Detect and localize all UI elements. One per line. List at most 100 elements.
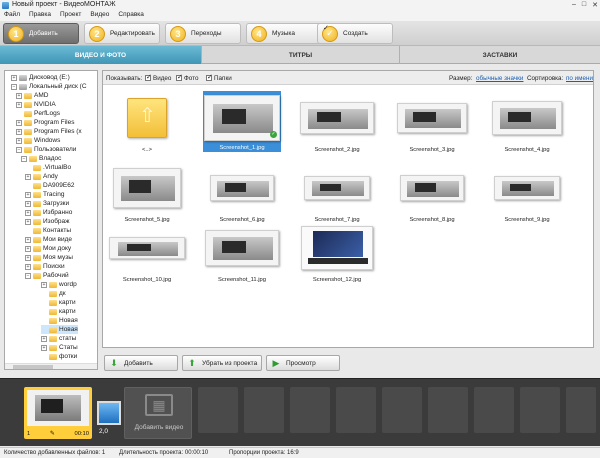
expand-toggle-icon[interactable]: − <box>21 155 27 162</box>
expand-toggle-icon[interactable]: + <box>25 191 31 198</box>
tab-titles[interactable]: ТИТРЫ <box>202 46 400 64</box>
expand-toggle-icon[interactable]: + <box>11 74 17 81</box>
tree-item[interactable]: + Дисковод (E:) <box>11 73 70 82</box>
expand-toggle-icon[interactable]: + <box>41 344 47 351</box>
size-selector-link[interactable]: обычные значки <box>476 75 523 82</box>
minimize-icon[interactable]: ‒ <box>572 1 576 9</box>
transition-thumbnail[interactable] <box>97 401 121 425</box>
expand-toggle-icon[interactable]: + <box>25 263 31 270</box>
empty-slot <box>198 387 238 433</box>
tree-item[interactable]: + Изображ <box>25 217 70 226</box>
step-transitions[interactable]: 3 Переходы <box>165 23 241 44</box>
timeline-clip[interactable]: 1 ✎ 00:10 <box>24 387 92 439</box>
expand-toggle-icon[interactable]: + <box>16 137 22 144</box>
tree-item-label: Дисковод (E:) <box>29 74 70 81</box>
folder-tree[interactable]: ярлыкфотки+Статы+статыНоваяНоваякартикар… <box>4 70 98 370</box>
tree-item[interactable]: карти <box>41 298 76 307</box>
tree-item[interactable]: дк <box>41 289 66 298</box>
tree-item[interactable]: + NVIDIA <box>16 100 56 109</box>
step-music[interactable]: 4 Музыка <box>246 23 322 44</box>
step-create[interactable]: ✓ Создать <box>317 23 393 44</box>
menu-file[interactable]: Файл <box>4 11 20 21</box>
tree-horizontal-scrollbar[interactable] <box>5 363 97 369</box>
tree-item[interactable]: + Program Files <box>16 118 74 127</box>
project-duration: Длительность проекта: 00:00:10 <box>119 450 209 456</box>
expand-toggle-icon[interactable]: − <box>11 83 17 90</box>
maximize-icon[interactable]: □ <box>582 1 586 9</box>
tree-item[interactable]: Новая <box>41 325 78 334</box>
expand-toggle-icon[interactable]: + <box>25 200 31 207</box>
expand-toggle-icon[interactable]: + <box>25 254 31 261</box>
title-bar: Новый проект - ВидеоМОНТАЖ ‒ □ ✕ <box>0 0 600 11</box>
expand-toggle-icon[interactable]: + <box>16 101 22 108</box>
filter-folders-checkbox[interactable]: Папки <box>206 73 232 82</box>
tree-item-label: фотки <box>59 353 78 360</box>
tree-item[interactable]: − Рабочий <box>25 271 69 280</box>
expand-toggle-icon[interactable]: + <box>16 128 22 135</box>
filter-video-checkbox[interactable]: Видео <box>145 73 171 82</box>
expand-toggle-icon[interactable]: − <box>25 272 31 279</box>
tree-item[interactable]: + Поиски <box>25 262 65 271</box>
tree-item[interactable]: DA909E62 <box>25 181 74 190</box>
tree-item[interactable]: фотки <box>41 352 77 361</box>
close-icon[interactable]: ✕ <box>592 1 598 9</box>
tree-item-label: Tracing <box>43 191 65 198</box>
step-edit[interactable]: 2 Редактировать <box>84 23 160 44</box>
expand-toggle-icon[interactable]: + <box>25 173 31 180</box>
tab-intros[interactable]: ЗАСТАВКИ <box>400 46 600 64</box>
expand-toggle-icon[interactable]: + <box>25 218 31 225</box>
tree-item[interactable]: карти <box>41 307 76 316</box>
tree-item[interactable]: + Избранно <box>25 208 72 217</box>
step-add[interactable]: 1 Добавить <box>3 23 79 44</box>
tree-item[interactable]: .VirtualBo <box>25 163 71 172</box>
sort-selector-link[interactable]: по имени <box>566 75 593 82</box>
tree-item[interactable]: + Мои доку <box>25 244 71 253</box>
tree-item[interactable]: − Пользователи <box>16 145 76 154</box>
remove-from-project-button[interactable]: ⬆ Убрать из проекта <box>182 355 262 371</box>
tree-item[interactable]: Контакты <box>25 226 71 235</box>
tree-item-label: PerfLogs <box>34 110 61 117</box>
expand-toggle-icon[interactable]: + <box>25 236 31 243</box>
folder-icon <box>33 272 41 279</box>
scrollbar-thumb[interactable] <box>13 365 53 369</box>
add-button[interactable]: ⬇ Добавить <box>104 355 178 371</box>
menu-project[interactable]: Проект <box>60 11 81 21</box>
expand-toggle-icon[interactable]: + <box>16 119 22 126</box>
expand-toggle-icon[interactable]: + <box>25 209 31 216</box>
tree-item-label: дк <box>59 290 66 297</box>
edit-icon[interactable]: ✎ <box>50 431 55 437</box>
tree-item[interactable]: − Локальный диск (C <box>11 82 87 91</box>
tree-item[interactable]: + Мои виде <box>25 235 72 244</box>
show-label: Показывать: <box>106 75 143 82</box>
tree-item[interactable]: + AMD <box>16 91 48 100</box>
tab-video-photo[interactable]: ВИДЕО И ФОТО <box>0 46 202 64</box>
tree-item[interactable]: − Владос <box>21 154 61 163</box>
tree-item[interactable]: + Windows <box>16 136 60 145</box>
expand-toggle-icon[interactable]: + <box>16 92 22 99</box>
tree-item[interactable]: Новая <box>41 316 78 325</box>
menu-video[interactable]: Видео <box>90 11 109 21</box>
tree-item[interactable]: + Tracing <box>25 190 64 199</box>
expand-toggle-icon[interactable]: + <box>41 335 47 342</box>
tree-item[interactable]: + Статы <box>41 343 78 352</box>
expand-toggle-icon[interactable]: − <box>16 146 22 153</box>
step-number-badge: 1 <box>8 25 24 42</box>
action-buttons: ⬇ Добавить ⬆ Убрать из проекта ▶ Просмот… <box>102 352 594 374</box>
menu-help[interactable]: Справка <box>118 11 144 21</box>
expand-toggle-icon[interactable]: + <box>41 281 47 288</box>
tree-item[interactable]: + Andy <box>25 172 58 181</box>
filter-photo-checkbox[interactable]: Фото <box>176 73 198 82</box>
add-video-slot[interactable]: ▦ Добавить видео <box>124 387 192 439</box>
tree-item[interactable]: + статы <box>41 334 76 343</box>
folder-icon <box>49 317 57 324</box>
tree-item[interactable]: + Program Files (x <box>16 127 82 136</box>
tree-item[interactable]: + Загрузки <box>25 199 69 208</box>
tree-item[interactable]: + wordp <box>41 280 77 289</box>
tree-item-label: карти <box>59 308 76 315</box>
preview-button[interactable]: ▶ Просмотр <box>266 355 340 371</box>
menu-edit[interactable]: Правка <box>29 11 51 21</box>
expand-toggle-icon[interactable]: + <box>25 245 31 252</box>
checkbox-icon <box>145 73 152 82</box>
tree-item[interactable]: PerfLogs <box>16 109 60 118</box>
tree-item[interactable]: + Моя музы <box>25 253 73 262</box>
